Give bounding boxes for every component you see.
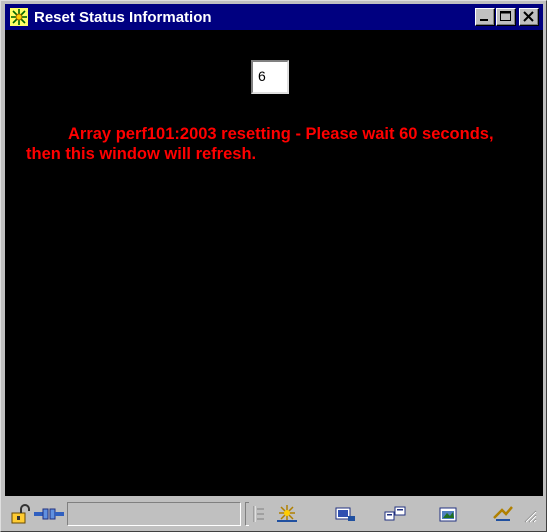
component-bar-handle-icon[interactable]: [251, 503, 267, 525]
countdown-field[interactable]: 6: [251, 60, 289, 94]
minimize-icon: [480, 19, 488, 21]
minimize-button[interactable]: [475, 8, 495, 26]
maximize-icon: [500, 11, 511, 21]
progress-field: [67, 502, 241, 526]
composer-icon[interactable]: [435, 503, 463, 525]
netscape-star-icon[interactable]: [9, 7, 29, 27]
reset-status-message: Array perf101:2003 resetting - Please wa…: [26, 125, 494, 163]
resize-grip[interactable]: [521, 507, 537, 523]
maximize-button[interactable]: [496, 8, 516, 26]
window-title: Reset Status Information: [34, 8, 212, 26]
status-bar: [5, 499, 543, 529]
discussions-icon[interactable]: [381, 503, 409, 525]
status-content-area: 6 Array perf101:2003 resetting - Please …: [5, 30, 543, 496]
mail-icon[interactable]: [331, 503, 359, 525]
navigator-icon[interactable]: [273, 503, 301, 525]
security-lock-icon[interactable]: [7, 503, 33, 525]
close-button[interactable]: [519, 8, 539, 26]
conference-icon[interactable]: [489, 503, 517, 525]
window-controls: [474, 8, 539, 26]
connection-icon[interactable]: [33, 503, 65, 525]
status-field-divider: [245, 502, 249, 526]
title-bar[interactable]: Reset Status Information: [5, 4, 543, 30]
reset-status-window: Reset Status Information 6 Array perf101…: [0, 0, 547, 532]
close-icon: [523, 11, 534, 22]
